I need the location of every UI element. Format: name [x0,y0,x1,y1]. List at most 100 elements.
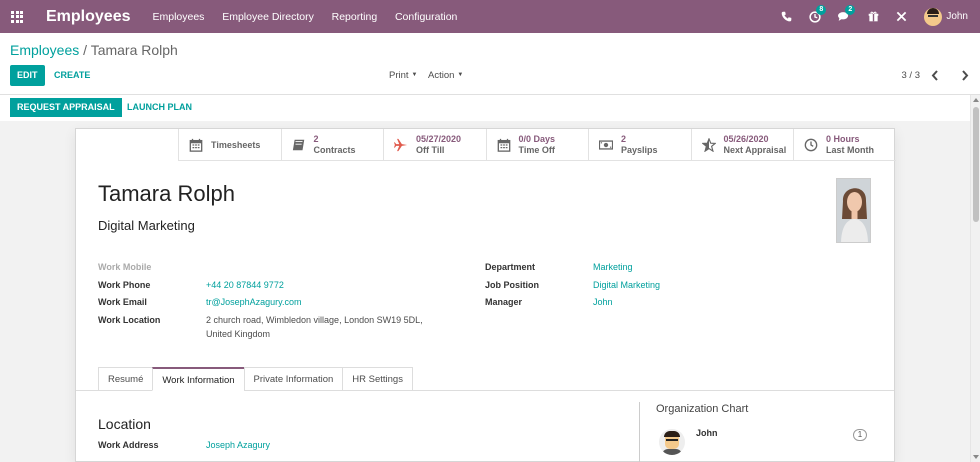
scroll-up-icon[interactable] [973,98,979,102]
employee-job-title[interactable]: Digital Marketing [98,218,195,233]
last-month-label: Last Month [826,145,874,155]
action-dropdown[interactable]: Action ▼ [428,65,463,86]
employee-photo[interactable] [836,178,871,243]
tab-work-information[interactable]: Work Information [152,367,244,391]
contracts-button[interactable]: 2 Contracts [280,129,384,161]
user-name: John [946,11,968,22]
menu-configuration[interactable]: Configuration [395,11,457,23]
manager-value[interactable]: John [593,297,613,307]
payslips-label: Payslips [621,145,658,155]
employee-fields-left: Work Mobile Work Phone +44 20 87844 9772… [98,262,498,352]
notebook-tabs: Resumé Work Information Private Informat… [98,367,413,391]
print-dropdown[interactable]: Print ▼ [389,65,418,86]
org-chart-count-badge[interactable]: 1 [853,429,867,441]
action-label: Action [428,70,455,82]
next-appraisal-label: Next Appraisal [723,145,787,155]
star-half-icon [701,138,716,152]
calendar-icon [189,138,203,152]
apps-menu-icon[interactable] [0,0,34,33]
job-position-value[interactable]: Digital Marketing [593,280,660,290]
scrollbar-thumb[interactable] [973,107,979,222]
clock-icon [804,138,818,152]
manager-label: Manager [485,297,523,307]
off-till-label: Off Till [416,145,445,155]
work-location-line1: 2 church road, Wimbledon village, London… [206,315,423,325]
caret-down-icon: ▼ [411,72,418,78]
payslips-count: 2 [621,134,627,144]
messages-badge: 2 [845,5,856,15]
activity-badge: 8 [816,4,827,15]
top-navbar: Employees Employees Employee Directory R… [0,0,980,33]
user-menu[interactable]: John [924,7,968,26]
tab-hr-settings[interactable]: HR Settings [342,367,413,391]
timesheets-label: Timesheets [211,139,261,150]
breadcrumb-separator: / [83,42,88,58]
app-title[interactable]: Employees [46,8,130,26]
department-value[interactable]: Marketing [593,262,633,272]
contracts-label: Contracts [313,145,356,155]
print-label: Print [389,70,409,82]
scroll-down-icon[interactable] [973,455,979,459]
org-chart-employee-name[interactable]: John [696,428,718,438]
menu-employee-directory[interactable]: Employee Directory [222,11,314,23]
menu-employees[interactable]: Employees [152,11,204,23]
work-location-label: Work Location [98,315,161,325]
work-location-line2: United Kingdom [206,329,271,339]
debug-close-icon[interactable] [896,11,907,22]
menu-reporting[interactable]: Reporting [332,11,378,23]
employee-name[interactable]: Tamara Rolph [98,181,235,207]
work-mobile-label: Work Mobile [98,262,152,272]
time-off-button[interactable]: 0/0 Days Time Off [485,129,589,161]
book-icon [292,139,304,151]
work-phone-label: Work Phone [98,280,151,290]
money-icon [599,140,613,150]
calendar-icon [497,138,510,152]
pager-next-icon[interactable] [960,65,970,86]
request-appraisal-button[interactable]: REQUEST APPRAISAL [10,98,122,117]
avatar[interactable] [659,429,685,455]
caret-down-icon: ▼ [457,72,464,78]
pager-nav [930,65,970,86]
edit-button[interactable]: EDIT [10,65,45,86]
phone-icon[interactable] [781,11,792,22]
tab-private-information[interactable]: Private Information [243,367,343,391]
next-appraisal-button[interactable]: 05/26/2020 Next Appraisal [690,129,794,161]
job-position-label: Job Position [485,280,539,290]
breadcrumb: Employees / Tamara Rolph [10,42,178,58]
off-till-button[interactable]: 05/27/2020 Off Till [383,129,486,161]
messages-icon[interactable]: 2 [838,5,856,22]
timesheets-button[interactable]: Timesheets [178,129,281,161]
pager-previous-icon[interactable] [930,65,940,86]
org-chart-title: Organization Chart [656,403,749,415]
payslips-button[interactable]: 2 Payslips [588,129,691,161]
employee-fields-right: Department Marketing Job Position Digita… [485,262,785,312]
create-button[interactable]: CREATE [54,65,90,86]
off-till-date: 05/27/2020 [416,134,462,144]
work-address-label: Work Address [98,440,159,450]
next-appraisal-date: 05/26/2020 [723,134,769,144]
smart-buttons: Timesheets 2 Contracts 05/27/2020 Off Till… [178,129,896,161]
time-off-label: Time Off [518,145,555,155]
gift-icon[interactable] [868,11,879,22]
control-panel-divider [0,94,980,95]
breadcrumb-current: Tamara Rolph [90,42,178,58]
breadcrumb-parent[interactable]: Employees [10,42,79,58]
launch-plan-button[interactable]: LAUNCH PLAN [127,98,192,117]
activity-clock-icon[interactable]: 8 [809,4,827,23]
last-month-hours: 0 Hours [826,134,860,144]
contracts-count: 2 [313,134,319,144]
work-email-value[interactable]: tr@JosephAzagury.com [206,297,302,307]
pager-value[interactable]: 3 / 3 [902,65,921,86]
last-month-button[interactable]: 0 Hours Last Month [793,129,896,161]
form-sheet: Timesheets 2 Contracts 05/27/2020 Off Till… [75,128,896,462]
control-panel: EDIT CREATE Print ▼ Action ▼ 3 / 3 [10,65,970,87]
scrollbar[interactable] [970,95,980,462]
plane-icon [394,138,408,152]
work-email-label: Work Email [98,297,147,307]
department-label: Department [485,262,536,272]
tab-resume[interactable]: Resumé [98,367,153,391]
work-address-value[interactable]: Joseph Azagury [206,440,270,450]
org-chart-separator [639,402,640,462]
location-section-title: Location [98,416,151,432]
work-phone-value[interactable]: +44 20 87844 9772 [206,280,284,290]
